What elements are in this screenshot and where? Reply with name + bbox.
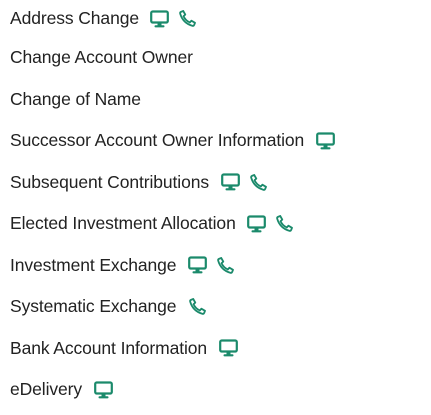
list-item: Change of Name [10,79,335,121]
list-item: Elected Investment Allocation [10,203,335,245]
list-item: Bank Account Information [10,328,335,370]
phone-icon [187,297,207,317]
list-item-label[interactable]: Address Change [10,8,139,29]
computer-icon [220,172,240,192]
computer-icon [93,380,113,400]
list-item-label[interactable]: Elected Investment Allocation [10,213,236,234]
service-options-list: Address Change Change Account Owner Change… [10,0,335,411]
computer-icon [150,9,170,29]
list-item-label[interactable]: Investment Exchange [10,255,177,276]
list-item: Successor Account Owner Information [10,120,335,162]
list-item: Address Change [10,0,335,37]
list-item: Subsequent Contributions [10,162,335,204]
list-item-label[interactable]: Successor Account Owner Information [10,130,304,151]
computer-icon [247,214,267,234]
list-item: Change Account Owner [10,37,335,79]
list-item-label[interactable]: eDelivery [10,379,82,400]
list-item: eDelivery [10,369,335,411]
list-item-label[interactable]: Bank Account Information [10,338,207,359]
list-item: Investment Exchange [10,245,335,287]
list-item: Systematic Exchange [10,286,335,328]
phone-icon [178,9,198,29]
list-item-label[interactable]: Subsequent Contributions [10,172,209,193]
computer-icon [187,255,207,275]
list-item-label[interactable]: Change Account Owner [10,47,193,68]
phone-icon [275,214,295,234]
list-item-label[interactable]: Systematic Exchange [10,296,176,317]
list-item-label[interactable]: Change of Name [10,89,141,110]
computer-icon [315,131,335,151]
phone-icon [215,255,235,275]
computer-icon [218,338,238,358]
phone-icon [248,172,268,192]
